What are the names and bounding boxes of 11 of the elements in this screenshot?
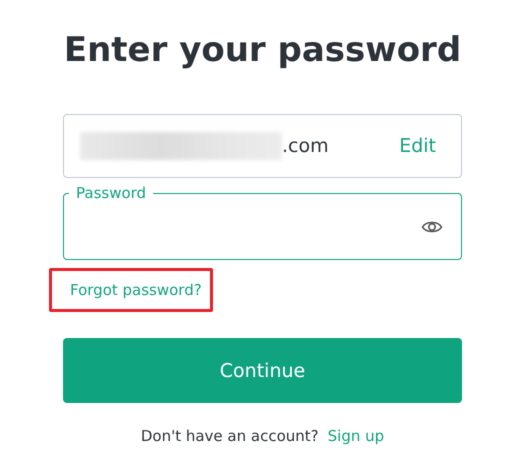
email-field[interactable]: .com Edit	[63, 114, 462, 178]
continue-button[interactable]: Continue	[63, 338, 462, 403]
edit-link[interactable]: Edit	[399, 135, 436, 157]
email-value: .com	[282, 135, 330, 157]
forgot-password-link[interactable]: Forgot password?	[70, 281, 202, 299]
page-title: Enter your password	[63, 29, 462, 72]
signup-prompt: Don't have an account?	[140, 427, 319, 445]
sign-up-link[interactable]: Sign up	[328, 427, 384, 445]
show-password-icon[interactable]	[421, 218, 443, 234]
password-label: Password	[75, 184, 148, 202]
password-field[interactable]: Password	[63, 184, 462, 260]
